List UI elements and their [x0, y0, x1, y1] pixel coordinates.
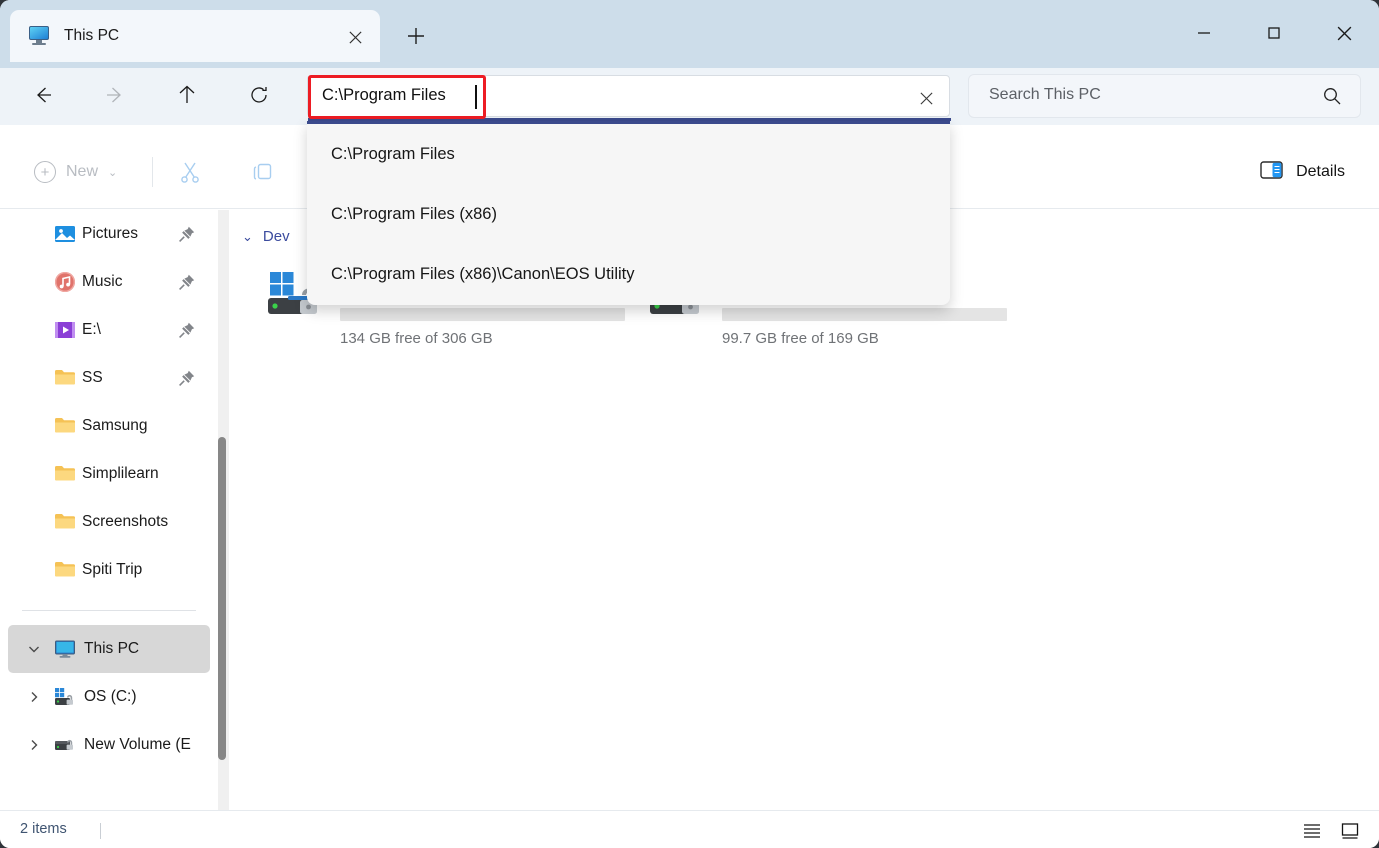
tab-strip: This PC	[10, 10, 438, 68]
chevron-down-icon: ⌄	[242, 228, 253, 244]
chevron-right-icon[interactable]	[26, 737, 42, 753]
drive-usage-bar	[722, 308, 1007, 321]
chevron-down-icon[interactable]	[26, 641, 42, 657]
search-icon[interactable]	[1322, 86, 1344, 108]
cut-button[interactable]	[169, 151, 211, 193]
clear-address-icon[interactable]	[913, 85, 939, 111]
sidebar-tree-item-os-c[interactable]: OS (C:)	[8, 673, 210, 721]
os-drive-icon	[54, 687, 76, 709]
sidebar-item-music[interactable]: Music	[8, 258, 210, 306]
status-bar: 2 items	[0, 810, 1379, 848]
item-count-label: 2 items	[20, 821, 67, 837]
sidebar-item-label: E:\	[82, 321, 101, 338]
large-icons-view-icon[interactable]	[1335, 818, 1365, 844]
titlebar: This PC	[0, 0, 1379, 68]
status-divider	[100, 823, 101, 839]
folder-icon	[54, 367, 76, 389]
sidebar-item-pictures[interactable]: Pictures	[8, 210, 210, 258]
sidebar-item-label: SS	[82, 369, 103, 386]
sidebar-item-label: Simplilearn	[82, 465, 159, 482]
sidebar-item-samsung[interactable]: Samsung	[8, 402, 210, 450]
sidebar-tree-label: New Volume (E	[84, 736, 191, 753]
pin-icon[interactable]	[178, 369, 196, 387]
folder-icon	[54, 559, 76, 581]
chevron-right-icon[interactable]	[26, 689, 42, 705]
drive-free-space-label: 99.7 GB free of 169 GB	[722, 330, 879, 347]
drive-icon	[54, 735, 76, 757]
back-button[interactable]	[22, 74, 64, 116]
sidebar-item-simplilearn[interactable]: Simplilearn	[8, 450, 210, 498]
copy-button[interactable]	[242, 151, 284, 193]
drive-free-space-label: 134 GB free of 306 GB	[340, 330, 493, 347]
pin-icon[interactable]	[178, 225, 196, 243]
sidebar-tree-item-this-pc[interactable]: This PC	[8, 625, 210, 673]
sidebar-tree-label: This PC	[84, 640, 140, 657]
this-pc-monitor-icon	[28, 26, 50, 46]
this-pc-monitor-icon	[54, 639, 76, 661]
address-suggestion-item[interactable]: C:\Program Files	[307, 124, 950, 184]
plus-icon: +	[34, 161, 56, 183]
pictures-icon	[54, 223, 76, 245]
refresh-button[interactable]	[238, 74, 280, 116]
new-button[interactable]: + New ⌄	[22, 151, 129, 193]
sidebar-item-label: Spiti Trip	[82, 561, 143, 578]
details-pane-icon	[1260, 160, 1284, 185]
address-suggestion-item[interactable]: C:\Program Files (x86)\Canon\EOS Utility	[307, 244, 950, 304]
sidebar-tree-item-new-volume-e[interactable]: New Volume (E	[8, 721, 210, 769]
file-explorer-window: This PC C:\Program Files Search This PC …	[0, 0, 1379, 848]
minimize-button[interactable]	[1169, 0, 1239, 66]
music-icon	[54, 271, 76, 293]
close-tab-icon[interactable]	[342, 24, 368, 50]
sidebar-item-ss[interactable]: SS	[8, 354, 210, 402]
up-button[interactable]	[166, 74, 208, 116]
sidebar-item-label: Music	[82, 273, 123, 290]
pin-icon[interactable]	[178, 273, 196, 291]
sidebar-item-e[interactable]: E:\	[8, 306, 210, 354]
folder-icon	[54, 511, 76, 533]
group-title: Dev	[262, 228, 290, 245]
text-caret	[475, 85, 477, 109]
search-box[interactable]: Search This PC	[968, 74, 1361, 118]
close-button[interactable]	[1309, 0, 1379, 66]
address-suggestion-item[interactable]: C:\Program Files (x86)	[307, 184, 950, 244]
view-toggle-group	[1297, 818, 1365, 844]
navigation-pane: Pictures Music E:\ SS Samsung Simplilearn Scre…	[0, 210, 218, 810]
sidebar-item-spiti-trip[interactable]: Spiti Trip	[8, 546, 210, 594]
maximize-button[interactable]	[1239, 0, 1309, 66]
new-tab-button[interactable]	[394, 14, 438, 58]
sidebar-item-label: Screenshots	[82, 513, 169, 530]
video-icon	[54, 319, 76, 341]
devices-and-drives-group-header[interactable]: ⌄ Dev	[242, 228, 290, 245]
drive-usage-bar	[340, 308, 625, 321]
address-bar[interactable]: C:\Program Files	[307, 75, 951, 121]
sidebar-scrollbar-thumb[interactable]	[218, 437, 226, 760]
sidebar-item-screenshots[interactable]: Screenshots	[8, 498, 210, 546]
tab-label: This PC	[64, 27, 120, 44]
folder-icon	[54, 415, 76, 437]
address-text: C:\Program Files	[322, 86, 446, 104]
folder-icon	[54, 463, 76, 485]
search-placeholder: Search This PC	[989, 86, 1101, 103]
list-view-icon[interactable]	[1297, 818, 1327, 844]
details-label: Details	[1296, 163, 1345, 180]
sidebar-item-label: Samsung	[82, 417, 148, 434]
toolbar-divider	[152, 157, 153, 187]
window-controls	[1169, 0, 1379, 66]
forward-button[interactable]	[94, 74, 136, 116]
tab-this-pc[interactable]: This PC	[10, 10, 380, 62]
sidebar-divider	[22, 610, 196, 611]
new-button-label: New	[66, 163, 99, 180]
details-view-button[interactable]: Details	[1248, 151, 1357, 193]
sidebar-tree-label: OS (C:)	[84, 688, 137, 705]
pin-icon[interactable]	[178, 321, 196, 339]
address-suggestions-dropdown: C:\Program Files C:\Program Files (x86) C:…	[307, 121, 950, 305]
chevron-down-icon: ⌄	[108, 166, 118, 179]
sidebar-item-label: Pictures	[82, 225, 138, 242]
